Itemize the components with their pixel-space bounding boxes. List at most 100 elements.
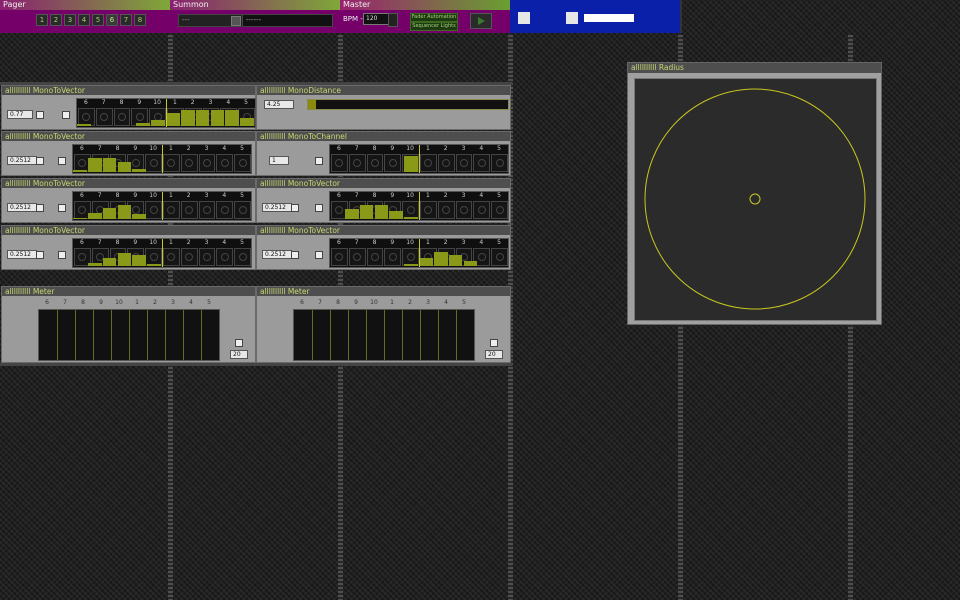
bpm-field[interactable]: 120	[363, 13, 389, 25]
grid-cell[interactable]	[145, 154, 162, 172]
page-button[interactable]: 7	[120, 14, 132, 26]
grid-cell[interactable]	[366, 248, 384, 266]
page-button[interactable]: 6	[106, 14, 118, 26]
value-field[interactable]: 0.2512	[7, 156, 37, 165]
distance-value-field[interactable]: 4.25	[264, 100, 294, 109]
mode-checkbox[interactable]	[315, 204, 323, 212]
grid-cell[interactable]	[234, 201, 251, 219]
play-button[interactable]	[470, 13, 492, 29]
step-grid[interactable]: 6 7 8 9 10 1 2 3 4 5	[329, 238, 509, 268]
grid-cell[interactable]	[384, 154, 402, 172]
grid-cell[interactable]	[420, 154, 437, 172]
level-fill	[404, 156, 418, 172]
step-grid[interactable]: 6 7 8 9 10 1 2 3 4 5	[72, 191, 252, 221]
grid-cell[interactable]	[455, 154, 473, 172]
grid-cell[interactable]	[163, 154, 180, 172]
page-button[interactable]: 4	[78, 14, 90, 26]
blue-panel-slider[interactable]	[584, 14, 634, 22]
enable-checkbox[interactable]	[36, 251, 44, 259]
blue-panel-button-1[interactable]	[518, 12, 530, 24]
radius-handle[interactable]	[749, 193, 761, 205]
value-field[interactable]: 0.2512	[7, 250, 37, 259]
step-grid[interactable]: 6 7 8 9 10 1 2 3 4 5	[329, 144, 509, 174]
value-field[interactable]: 0.2512	[7, 203, 37, 212]
distance-bar[interactable]	[307, 99, 509, 110]
grid-cell[interactable]	[420, 201, 437, 219]
grid-cell[interactable]	[198, 201, 216, 219]
blue-panel-button-2[interactable]	[566, 12, 578, 24]
device-title: allllllllll Meter	[2, 287, 255, 296]
page-button[interactable]: 3	[64, 14, 76, 26]
grid-cell[interactable]	[113, 108, 131, 126]
bpm-stepper[interactable]	[388, 13, 398, 27]
mode-checkbox[interactable]	[62, 111, 70, 119]
enable-checkbox[interactable]	[36, 157, 44, 165]
grid-cell[interactable]	[180, 154, 198, 172]
grid-cell[interactable]	[331, 248, 348, 266]
mode-checkbox[interactable]	[58, 157, 66, 165]
meter-value-field[interactable]: 20	[485, 350, 503, 359]
grid-cell[interactable]	[348, 154, 366, 172]
grid-cell[interactable]	[473, 154, 491, 172]
meter-checkbox[interactable]	[490, 339, 498, 347]
step-grid[interactable]: 6 7 8 9 10 1 2 3 4 5	[76, 98, 256, 128]
meter-checkbox[interactable]	[235, 339, 243, 347]
grid-cell[interactable]	[437, 154, 455, 172]
grid-cell[interactable]	[163, 248, 180, 266]
step-grid[interactable]: 6 7 8 9 10 1 2 3 4 5	[72, 144, 252, 174]
meter-value-field[interactable]: 20	[230, 350, 248, 359]
page-button[interactable]: 2	[50, 14, 62, 26]
chevron-down-icon[interactable]	[231, 16, 241, 26]
sequencer-lights-button[interactable]: Sequencer Lights	[410, 22, 458, 31]
summon-text-field[interactable]: ------	[242, 14, 333, 27]
grid-label: 7	[97, 145, 102, 152]
grid-cell[interactable]	[145, 201, 162, 219]
grid-cell[interactable]	[437, 201, 455, 219]
enable-checkbox[interactable]	[36, 111, 44, 119]
grid-cell[interactable]	[366, 154, 384, 172]
grid-label: 8	[115, 192, 120, 199]
grid-cell[interactable]	[384, 248, 402, 266]
summon-dropdown[interactable]: ---	[178, 14, 243, 27]
enable-checkbox[interactable]	[36, 204, 44, 212]
grid-label: 4	[479, 145, 484, 152]
grid-cell[interactable]	[491, 248, 508, 266]
grid-cell[interactable]	[180, 201, 198, 219]
grid-cell[interactable]	[455, 201, 473, 219]
page-button[interactable]: 8	[134, 14, 146, 26]
grid-cell[interactable]	[216, 154, 234, 172]
fader-automation-button[interactable]: Fader Automation	[410, 13, 458, 22]
radius-canvas[interactable]	[634, 78, 877, 321]
value-field[interactable]: 0.2512	[262, 203, 292, 212]
grid-cell[interactable]	[198, 154, 216, 172]
grid-label: 6	[79, 239, 84, 246]
grid-cell[interactable]	[216, 201, 234, 219]
value-field[interactable]: 1	[269, 156, 289, 165]
mode-checkbox[interactable]	[315, 251, 323, 259]
step-grid[interactable]: 6 7 8 9 10 1 2 3 4 5	[72, 238, 252, 268]
grid-cell[interactable]	[180, 248, 198, 266]
grid-cell[interactable]	[234, 248, 251, 266]
grid-cell[interactable]	[234, 154, 251, 172]
value-field[interactable]: 0.77	[7, 110, 33, 119]
grid-cell[interactable]	[198, 248, 216, 266]
grid-cell[interactable]	[95, 108, 113, 126]
step-grid[interactable]: 6 7 8 9 10 1 2 3 4 5	[329, 191, 509, 221]
page-button[interactable]: 5	[92, 14, 104, 26]
grid-cell[interactable]	[491, 154, 508, 172]
grid-cell[interactable]	[348, 248, 366, 266]
device-title: allllllllll MonoToVector	[2, 132, 255, 141]
mode-checkbox[interactable]	[58, 204, 66, 212]
enable-checkbox[interactable]	[291, 204, 299, 212]
grid-cell[interactable]	[331, 154, 348, 172]
enable-checkbox[interactable]	[291, 251, 299, 259]
mode-checkbox[interactable]	[315, 157, 323, 165]
value-field[interactable]: 0.2512	[262, 250, 292, 259]
grid-cell[interactable]	[163, 201, 180, 219]
grid-cell[interactable]	[491, 201, 508, 219]
page-button[interactable]: 1	[36, 14, 48, 26]
radius-device: allllllllll Radius	[627, 62, 882, 325]
grid-cell[interactable]	[473, 201, 491, 219]
mode-checkbox[interactable]	[58, 251, 66, 259]
grid-cell[interactable]	[216, 248, 234, 266]
